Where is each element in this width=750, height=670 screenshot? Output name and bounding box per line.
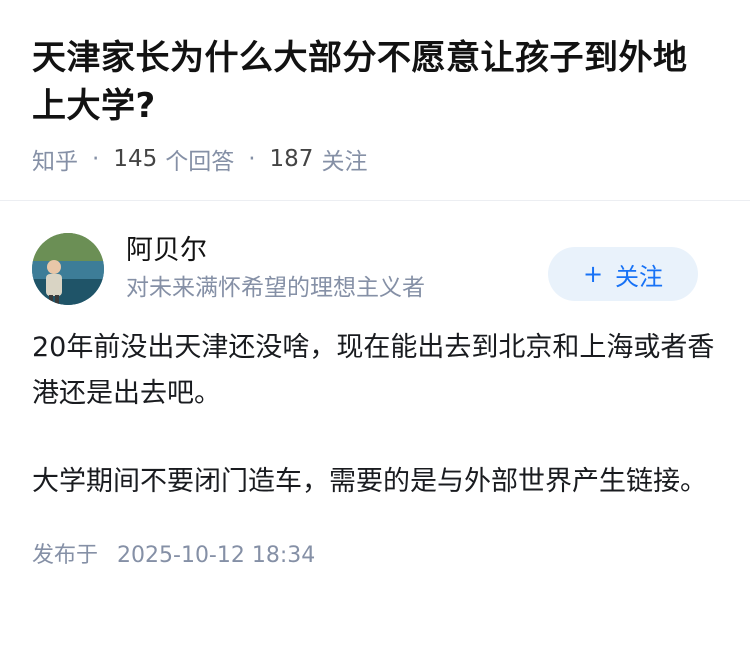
avatar[interactable] [32,233,104,305]
answer-paragraph: 大学期间不要闭门造车，需要的是与外部世界产生链接。 [32,466,707,497]
meta-separator: · [92,146,100,172]
follow-count-label: 关注 [321,149,368,175]
answer-content: 20年前没出天津还没啥，现在能出去到北京和上海或者香港还是出去吧。 大学期间不要… [0,305,750,505]
answer-count-label[interactable]: 个回答 [165,142,234,176]
plus-icon: + [582,260,604,288]
follow-button-label: 关注 [615,262,664,291]
question-meta: 知乎 · 145 个回答 · 187 关注 [32,142,718,176]
question-header: 天津家长为什么大部分不愿意让孩子到外地上大学? 知乎 · 145 个回答 · 1… [0,0,750,176]
answer-count: 145 [113,146,158,172]
question-title[interactable]: 天津家长为什么大部分不愿意让孩子到外地上大学? [32,34,718,130]
source-label[interactable]: 知乎 [32,142,78,176]
published-time: 2025-10-12 18:34 [117,543,316,568]
author-bio: 对未来满怀希望的理想主义者 [126,275,425,301]
publish-info: 发布于 2025-10-12 18:34 [0,537,750,569]
author-name[interactable]: 阿贝尔 [126,234,425,268]
avatar-photo-icon [32,233,104,305]
meta-separator: · [248,146,256,172]
follow-button[interactable]: + 关注 [548,247,698,301]
published-label: 发布于 [32,543,99,568]
author-info: 阿贝尔 对未来满怀希望的理想主义者 [126,234,425,304]
answer-paragraph: 20年前没出天津还没啥，现在能出去到北京和上海或者香港还是出去吧。 [32,332,715,409]
follow-count: 187 [269,146,314,172]
author-card: 阿贝尔 对未来满怀希望的理想主义者 + 关注 [0,201,750,305]
